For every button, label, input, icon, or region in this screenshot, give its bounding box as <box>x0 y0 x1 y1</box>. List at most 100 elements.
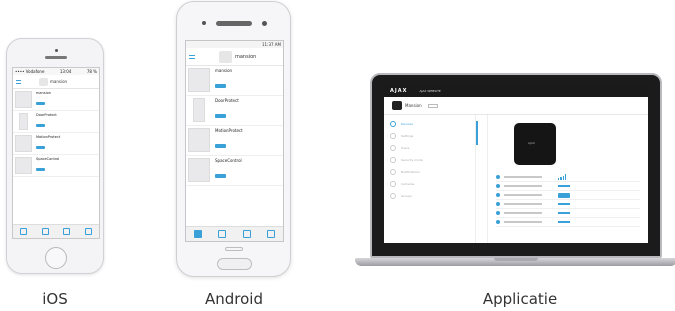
lid-icon <box>496 202 500 206</box>
ios-screen: •••• Vodafone 13:04 78 % mansion mansion… <box>12 67 100 239</box>
device-details: AJAX <box>488 115 648 243</box>
status-badge <box>215 84 226 88</box>
property-label <box>504 194 542 196</box>
sidebar-item-users[interactable]: Users <box>390 142 469 154</box>
property-row <box>496 182 640 191</box>
battery-icon <box>496 193 500 197</box>
camera-icon <box>55 49 58 52</box>
menu-icon[interactable] <box>189 54 195 59</box>
app-header: mansion <box>13 75 99 89</box>
caption-ios: iOS <box>42 290 68 308</box>
sidebar-item-label: Notifications <box>401 170 420 174</box>
sidebar-item-label: Settings <box>401 134 414 138</box>
sidebar-item-devices[interactable]: Devices <box>390 118 469 130</box>
hub-thumbnail <box>219 50 232 63</box>
sidebar: Devices Settings Users Security mode Not… <box>384 115 476 243</box>
sidebar-item-security[interactable]: Security mode <box>390 154 469 166</box>
signal-strength-icon <box>558 174 566 180</box>
tab-notifications-icon[interactable] <box>242 230 251 238</box>
tab-control-icon[interactable] <box>266 230 275 238</box>
property-label <box>504 185 542 187</box>
door-sensor-icon <box>19 113 28 130</box>
status-badge <box>36 168 45 171</box>
tab-devices-icon[interactable] <box>20 228 28 235</box>
hub-name[interactable]: mansion <box>235 54 256 60</box>
device-row[interactable]: MotionProtect <box>13 133 99 155</box>
speaker-grille <box>216 21 252 26</box>
sidebar-item-notifications[interactable]: Notifications <box>390 166 469 178</box>
device-name: MotionProtect <box>36 135 61 139</box>
menu-icon[interactable] <box>16 79 21 84</box>
status-bar: •••• Vodafone 13:04 78 % <box>13 68 99 75</box>
keyfob-icon <box>15 157 32 174</box>
selection-indicator <box>476 121 478 145</box>
web-app-screen: AJAX AJAX WEBSITE Mansion Devices Settin… <box>384 85 648 243</box>
web-topbar: AJAX AJAX WEBSITE <box>384 85 648 97</box>
users-icon <box>390 145 396 151</box>
hub-image: AJAX <box>514 123 556 165</box>
hub-name[interactable]: mansion <box>50 79 67 84</box>
property-value <box>558 203 570 205</box>
device-row[interactable]: mansion <box>13 89 99 111</box>
status-time: 13:04 <box>59 69 72 74</box>
product-showcase: •••• Vodafone 13:04 78 % mansion mansion… <box>0 0 675 311</box>
caption-app: Applicatie <box>482 290 558 308</box>
status-badge <box>215 114 226 118</box>
status-badge <box>215 144 226 148</box>
door-sensor-icon <box>193 98 205 122</box>
tab-control-icon[interactable] <box>84 228 92 235</box>
device-row[interactable]: SpaceControl <box>13 155 99 177</box>
ajax-logo[interactable]: AJAX <box>390 88 407 94</box>
device-row[interactable]: SpaceControl <box>186 156 283 186</box>
device-row[interactable]: DoorProtect <box>186 96 283 126</box>
tab-notifications-icon[interactable] <box>63 228 71 235</box>
tab-rooms-icon[interactable] <box>218 230 227 238</box>
bell-icon <box>390 169 396 175</box>
connection-icon <box>496 184 500 188</box>
groups-icon <box>390 193 396 199</box>
sensor-icon <box>202 21 206 25</box>
device-name: DoorProtect <box>215 98 239 103</box>
property-value <box>558 185 570 187</box>
tab-devices-icon[interactable] <box>194 230 203 238</box>
device-row[interactable]: mansion <box>186 66 283 96</box>
signal-icon <box>496 175 500 179</box>
sidebar-item-cameras[interactable]: Cameras <box>390 178 469 190</box>
carrier-text: •••• Vodafone <box>15 69 45 74</box>
device-list <box>476 115 488 243</box>
device-name: MotionProtect <box>215 128 243 133</box>
tab-bar <box>186 226 283 241</box>
sidebar-item-groups[interactable]: Groups <box>390 190 469 202</box>
device-name: mansion <box>36 91 51 95</box>
laptop-notch <box>494 258 538 261</box>
caption-android: Android <box>205 290 263 308</box>
device-name: SpaceControl <box>215 158 242 163</box>
speaker-grille <box>45 56 67 59</box>
home-button[interactable] <box>217 258 252 270</box>
hub-thumbnail <box>39 77 48 86</box>
motion-sensor-icon <box>188 128 210 152</box>
motion-sensor-icon <box>15 135 32 152</box>
property-label <box>504 212 542 214</box>
device-row[interactable]: MotionProtect <box>186 126 283 156</box>
sidebar-item-settings[interactable]: Settings <box>390 130 469 142</box>
camera-icon <box>262 21 267 26</box>
website-link[interactable]: AJAX WEBSITE <box>419 89 440 93</box>
status-badge <box>36 124 45 127</box>
nav-indicator <box>225 247 243 251</box>
sidebar-item-label: Users <box>401 146 410 150</box>
edit-button[interactable] <box>427 103 438 108</box>
tab-rooms-icon[interactable] <box>41 228 49 235</box>
property-label <box>504 176 542 178</box>
property-value <box>558 221 570 223</box>
sidebar-item-label: Groups <box>401 194 412 198</box>
status-badge <box>36 102 45 105</box>
property-label <box>504 203 542 205</box>
keyfob-icon <box>188 158 210 182</box>
device-row[interactable]: DoorProtect <box>13 111 99 133</box>
device-name: SpaceControl <box>36 157 60 161</box>
status-badge <box>558 192 570 198</box>
status-time: 11:37 AM <box>262 42 281 47</box>
hub-bar: Mansion <box>384 97 648 115</box>
home-button[interactable] <box>45 247 67 269</box>
